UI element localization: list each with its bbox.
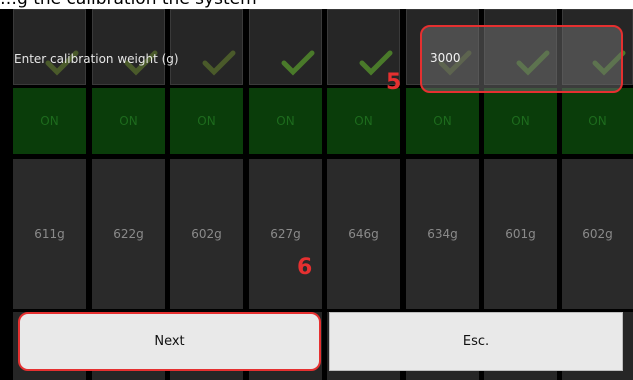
channel-1-weight-tile[interactable]: 611g bbox=[13, 159, 86, 309]
step-marker-5: 5 bbox=[386, 70, 402, 95]
channel-2-status-label: ON bbox=[119, 114, 138, 128]
channel-8-status-label: ON bbox=[588, 114, 607, 128]
channel-7-weight-tile[interactable]: 601g bbox=[484, 159, 557, 309]
channel-4-status-label: ON bbox=[276, 114, 295, 128]
channel-8-status[interactable]: ON bbox=[562, 88, 633, 154]
channel-4-status[interactable]: ON bbox=[249, 88, 322, 154]
channel-5-weight-value: 646g bbox=[348, 227, 379, 241]
escape-button[interactable]: Esc. bbox=[329, 312, 623, 371]
calibration-screen: …g the calibration the system ON 611g ON… bbox=[0, 0, 633, 380]
calibration-weight-row: Enter calibration weight (g) bbox=[14, 40, 179, 78]
channel-4-weight-value: 627g bbox=[270, 227, 301, 241]
page-title: …g the calibration the system bbox=[0, 0, 257, 9]
channel-4-weight-tile[interactable]: 627g bbox=[249, 159, 322, 309]
calibration-weight-label: Enter calibration weight (g) bbox=[14, 52, 179, 66]
channel-3-status-label: ON bbox=[197, 114, 216, 128]
next-button-label: Next bbox=[154, 334, 185, 349]
channel-1-status[interactable]: ON bbox=[13, 88, 86, 154]
channel-6-status[interactable]: ON bbox=[406, 88, 479, 154]
next-button[interactable]: Next bbox=[18, 312, 321, 371]
step-marker-6: 6 bbox=[297, 255, 313, 280]
channel-1-status-label: ON bbox=[40, 114, 59, 128]
channel-5-weight-tile[interactable]: 646g bbox=[327, 159, 400, 309]
channel-5-status[interactable]: ON bbox=[327, 88, 400, 154]
channel-5-status-label: ON bbox=[354, 114, 373, 128]
channel-8-weight-tile[interactable]: 602g bbox=[562, 159, 633, 309]
channel-7-status-label: ON bbox=[511, 114, 530, 128]
channel-2-status[interactable]: ON bbox=[92, 88, 165, 154]
channel-2-weight-value: 622g bbox=[113, 227, 144, 241]
channel-3-status[interactable]: ON bbox=[170, 88, 243, 154]
channel-3-weight-tile[interactable]: 602g bbox=[170, 159, 243, 309]
title-strip: …g the calibration the system bbox=[0, 0, 633, 9]
channel-8-weight-value: 602g bbox=[582, 227, 613, 241]
channel-6-weight-tile[interactable]: 634g bbox=[406, 159, 479, 309]
calibration-weight-value: 3000 bbox=[430, 51, 461, 65]
channel-3-weight-value: 602g bbox=[191, 227, 222, 241]
escape-button-label: Esc. bbox=[462, 334, 490, 349]
channel-7-status[interactable]: ON bbox=[484, 88, 557, 154]
channel-4-check-tile[interactable] bbox=[249, 9, 322, 85]
check-icon bbox=[202, 50, 236, 76]
check-icon bbox=[281, 50, 315, 76]
channel-2-weight-tile[interactable]: 622g bbox=[92, 159, 165, 309]
channel-7-weight-value: 601g bbox=[505, 227, 536, 241]
channel-6-status-label: ON bbox=[433, 114, 452, 128]
channel-3-check-tile[interactable] bbox=[170, 9, 243, 85]
calibration-weight-input[interactable]: 3000 bbox=[420, 25, 623, 93]
channel-1-weight-value: 611g bbox=[34, 227, 65, 241]
channel-6-weight-value: 634g bbox=[427, 227, 458, 241]
